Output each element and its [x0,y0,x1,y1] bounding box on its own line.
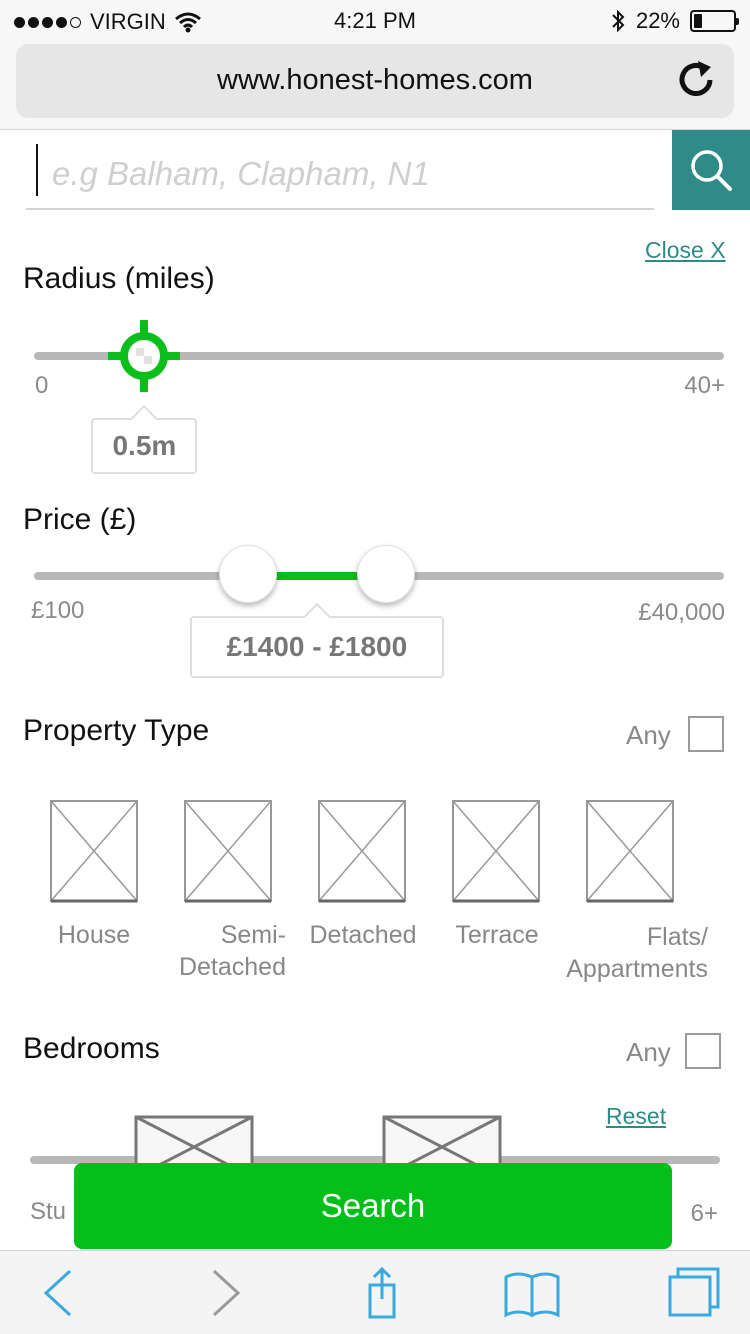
reload-icon[interactable] [674,58,720,104]
price-max-label: £40,000 [638,599,725,626]
radius-min-label: 0 [35,372,49,399]
battery-percent: 22% [635,8,680,33]
radius-value: 0.5m [112,430,177,461]
text-caret [36,144,38,196]
bedrooms-min-handle[interactable] [134,1115,254,1165]
price-title: Price (£) [23,503,137,536]
bedrooms-title: Bedrooms [23,1032,160,1065]
share-icon[interactable] [352,1267,412,1319]
radius-slider-handle[interactable] [108,320,181,392]
bedrooms-reset-link[interactable]: Reset [606,1103,666,1130]
terrace-image-placeholder-icon [452,800,540,903]
radius-max-label: 40+ [684,372,725,399]
bedrooms-max-label: 6+ [690,1200,718,1227]
detached-image-placeholder-icon [318,800,406,903]
property-type-detached-label: Detached [309,921,417,949]
price-range-tooltip: £1400 - £1800 [189,616,444,678]
property-type-house[interactable] [50,800,138,909]
status-right: 22% [610,8,739,34]
house-image-placeholder-icon [50,800,138,903]
property-type-title: Property Type [23,714,210,747]
flats-image-placeholder-icon [586,800,674,903]
tabs-icon[interactable] [664,1267,724,1319]
search-submit-button[interactable] [672,130,750,210]
radius-value-tooltip: 0.5m [91,418,198,474]
bedrooms-any-label: Any [626,1037,671,1067]
price-min-label: £100 [31,597,85,624]
location-search-input[interactable] [52,152,642,196]
bedrooms-any-checkbox[interactable] [685,1033,721,1069]
property-type-flats[interactable] [586,800,674,909]
status-bar: VIRGIN 4:21 PM 22% [0,0,750,40]
property-type-flats-label: Flats/ Appartments [566,923,708,983]
property-type-any-label: Any [626,720,671,750]
bluetooth-icon [612,9,625,33]
search-button[interactable]: Search [74,1163,672,1249]
browser-header: www.honest-homes.com [0,40,750,130]
battery-icon [690,10,739,32]
bedrooms-min-label: Stu [30,1198,67,1225]
search-icon [691,150,732,191]
property-type-any-checkbox[interactable] [688,716,724,752]
browser-toolbar [0,1250,750,1334]
price-range-value: £1400 - £1800 [226,631,408,662]
back-icon[interactable] [32,1267,92,1319]
price-min-handle[interactable] [218,545,277,603]
bookmarks-icon[interactable] [502,1267,562,1319]
battery-level-fill [694,14,702,28]
forward-icon[interactable] [192,1267,252,1319]
price-max-handle[interactable] [356,545,415,603]
location-search-field[interactable] [26,132,654,210]
radius-title: Radius (miles) [23,262,215,295]
close-filters-link[interactable]: Close X [645,237,726,264]
address-bar[interactable]: www.honest-homes.com [16,44,734,118]
url-text[interactable]: www.honest-homes.com [16,64,734,97]
property-type-semi-detached[interactable] [184,800,272,909]
property-type-semi-detached-label: Semi- Detached [178,921,286,981]
property-type-terrace[interactable] [452,800,540,909]
property-type-terrace-label: Terrace [455,921,539,949]
bedrooms-max-handle[interactable] [382,1115,502,1165]
property-type-detached[interactable] [318,800,406,909]
property-type-house-label: House [57,921,131,949]
semi-detached-image-placeholder-icon [184,800,272,903]
